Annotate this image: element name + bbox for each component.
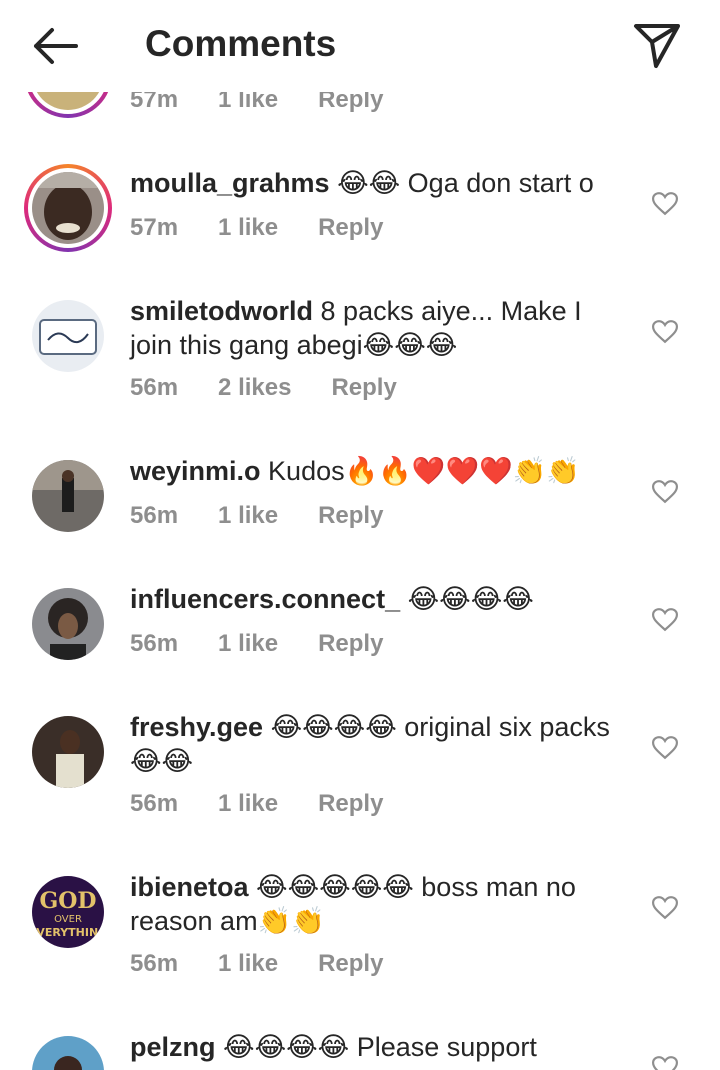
comment-item: pelzng 😂😂😂😂 Please support [0, 1026, 720, 1070]
comment-text: smiletodworld 8 packs aiye... Make I joi… [130, 294, 620, 362]
comment-meta: 56m 1 like Reply [130, 950, 383, 978]
comment-item: freshy.gee 😂😂😂😂 original six packs😂😂 56m… [0, 706, 720, 836]
comment-body: 😂😂😂😂 [407, 584, 534, 614]
comment-time: 56m [130, 790, 179, 817]
like-count[interactable]: 1 like [218, 790, 278, 818]
heart-icon[interactable] [652, 320, 678, 344]
heart-icon[interactable] [652, 1056, 678, 1070]
arrow-left-icon[interactable] [28, 22, 84, 70]
comment-meta: 56m 1 like Reply [130, 630, 383, 658]
comments-list[interactable]: 57m 1 like Reply moulla_grahms 😂😂 Oga don … [0, 0, 720, 1070]
heart-icon[interactable] [652, 480, 678, 504]
comment-text: weyinmi.o Kudos🔥🔥❤️❤️❤️👏👏 [130, 454, 620, 488]
comment-body: 😂😂😂😂 Please support [223, 1032, 537, 1062]
comment-username[interactable]: weyinmi.o [130, 456, 261, 486]
comment-username[interactable]: moulla_grahms [130, 168, 330, 198]
like-count[interactable]: 1 like [218, 502, 278, 530]
comment-text: pelzng 😂😂😂😂 Please support [130, 1030, 620, 1064]
comment-username[interactable]: pelzng [130, 1032, 216, 1062]
svg-text:OVER: OVER [54, 914, 82, 925]
paper-plane-icon[interactable] [630, 18, 684, 72]
comment-time: 57m [130, 214, 179, 241]
comment-time: 56m [130, 502, 179, 529]
reply-button[interactable]: Reply [318, 950, 383, 978]
avatar [32, 172, 104, 244]
reply-button[interactable]: Reply [318, 214, 383, 242]
comment-username[interactable]: ibienetoa [130, 872, 249, 902]
comment-meta: 56m 1 like Reply [130, 790, 383, 818]
comment-username[interactable]: influencers.connect_ [130, 584, 400, 614]
svg-text:GOD: GOD [39, 888, 96, 914]
heart-icon[interactable] [652, 736, 678, 760]
comment-username[interactable]: freshy.gee [130, 712, 263, 742]
comment-item: smiletodworld 8 packs aiye... Make I joi… [0, 290, 720, 420]
comment-text: moulla_grahms 😂😂 Oga don start o [130, 166, 620, 200]
heart-icon[interactable] [652, 192, 678, 216]
avatar[interactable] [32, 1036, 104, 1070]
like-count[interactable]: 1 like [218, 214, 278, 242]
avatar[interactable]: GOD OVER EVERYTHING [32, 876, 104, 948]
reply-button[interactable]: Reply [318, 630, 383, 658]
comment-item: GOD OVER EVERYTHING ibienetoa 😂😂😂😂😂 boss… [0, 866, 720, 996]
comment-username[interactable]: smiletodworld [130, 296, 313, 326]
heart-icon[interactable] [652, 896, 678, 920]
comment-body: 😂😂 Oga don start o [337, 168, 594, 198]
svg-text:EVERYTHING: EVERYTHING [32, 926, 104, 939]
comment-meta: 56m 2 likes Reply [130, 374, 397, 402]
avatar[interactable] [32, 300, 104, 372]
comment-item: weyinmi.o Kudos🔥🔥❤️❤️❤️👏👏 56m 1 like Reply [0, 450, 720, 560]
like-count[interactable]: 2 likes [218, 374, 291, 402]
heart-icon[interactable] [652, 608, 678, 632]
avatar[interactable] [32, 716, 104, 788]
comment-item: moulla_grahms 😂😂 Oga don start o 57m 1 li… [0, 160, 720, 270]
comment-time: 56m [130, 950, 179, 977]
top-bar: Comments [0, 0, 720, 92]
comment-text: freshy.gee 😂😂😂😂 original six packs😂😂 [130, 710, 620, 778]
comment-meta: 57m 1 like Reply [130, 214, 383, 242]
like-count[interactable]: 1 like [218, 630, 278, 658]
comment-time: 56m [130, 374, 179, 401]
comment-body: Kudos🔥🔥❤️❤️❤️👏👏 [268, 456, 580, 486]
page-title: Comments [145, 23, 337, 64]
like-count[interactable]: 1 like [218, 950, 278, 978]
avatar[interactable] [32, 588, 104, 660]
comment-text: ibienetoa 😂😂😂😂😂 boss man no reason am👏👏 [130, 870, 620, 938]
reply-button[interactable]: Reply [331, 374, 396, 402]
avatar-story-ring[interactable] [24, 164, 112, 252]
comment-item: influencers.connect_ 😂😂😂😂 56m 1 like Reply [0, 578, 720, 688]
avatar[interactable] [32, 460, 104, 532]
comment-meta: 56m 1 like Reply [130, 502, 383, 530]
reply-button[interactable]: Reply [318, 502, 383, 530]
reply-button[interactable]: Reply [318, 790, 383, 818]
comment-text: influencers.connect_ 😂😂😂😂 [130, 582, 620, 616]
comment-time: 56m [130, 630, 179, 657]
